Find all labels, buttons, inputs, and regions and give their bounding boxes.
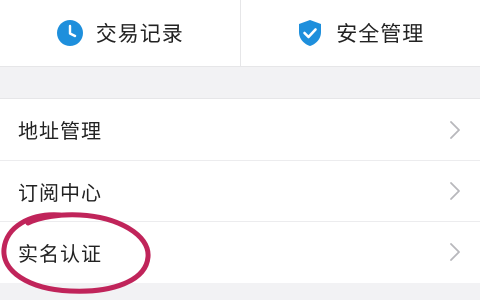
transaction-records-button[interactable]: 交易记录: [0, 0, 240, 66]
transaction-records-label: 交易记录: [95, 22, 184, 46]
security-management-label: 安全管理: [336, 22, 425, 46]
account-settings-page: 交易记录 安全管理 地址管理 订阅中心 实名认证: [0, 0, 480, 300]
shield-check-icon: [296, 19, 324, 47]
clock-icon: [56, 19, 84, 47]
list-item-subscription-center[interactable]: 订阅中心: [0, 160, 480, 221]
list-item-label: 实名认证: [18, 241, 102, 266]
quick-actions-card: 交易记录 安全管理: [0, 0, 480, 67]
list-item-label: 订阅中心: [18, 180, 102, 205]
list-item-address-management[interactable]: 地址管理: [0, 99, 480, 160]
list-item-real-name-verification[interactable]: 实名认证: [0, 221, 480, 282]
security-management-button[interactable]: 安全管理: [241, 0, 480, 66]
chevron-right-icon: [448, 119, 462, 141]
list-item-label: 地址管理: [18, 119, 102, 143]
chevron-right-icon: [448, 180, 462, 202]
settings-list: 地址管理 订阅中心 实名认证: [0, 98, 480, 284]
chevron-right-icon: [448, 241, 462, 263]
bottom-spacer: [0, 283, 480, 300]
